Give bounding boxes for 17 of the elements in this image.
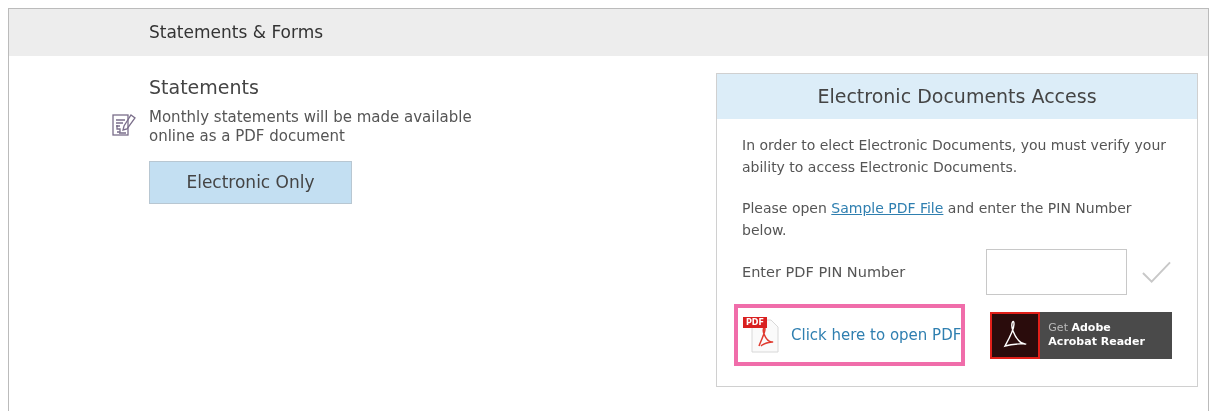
- statements-title: Statements: [149, 75, 260, 100]
- intro-text: In order to elect Electronic Documents, you must verify your ability to access Electronic Documents.: [742, 136, 1168, 177]
- electronic-only-button[interactable]: Electronic Only: [149, 161, 352, 204]
- pin-label: Enter PDF PIN Number: [742, 263, 907, 282]
- sample-pdf-link[interactable]: Sample PDF File: [831, 200, 944, 216]
- card-title: Electronic Documents Access: [817, 84, 1097, 110]
- adobe-badge-line: Get Adobe: [1048, 321, 1112, 335]
- adobe-acrobat-icon: [990, 311, 1041, 359]
- section-title: Statements & Forms: [149, 20, 324, 44]
- checkmark-icon: [1141, 260, 1172, 284]
- statements-description: Monthly statements will be made available online as a PDF document: [149, 108, 473, 146]
- get-adobe-reader-button[interactable]: Get Adobe Acrobat Reader: [990, 311, 1172, 359]
- instruction-text: Please open Sample PDF File and enter the PIN Number below.: [742, 199, 1133, 240]
- adobe-badge-line: Acrobat Reader: [1048, 335, 1145, 349]
- document-pen-icon: [111, 112, 137, 138]
- open-pdf-link[interactable]: PDF Click here to open PDF: [734, 304, 966, 366]
- pin-input-field[interactable]: [986, 249, 1127, 295]
